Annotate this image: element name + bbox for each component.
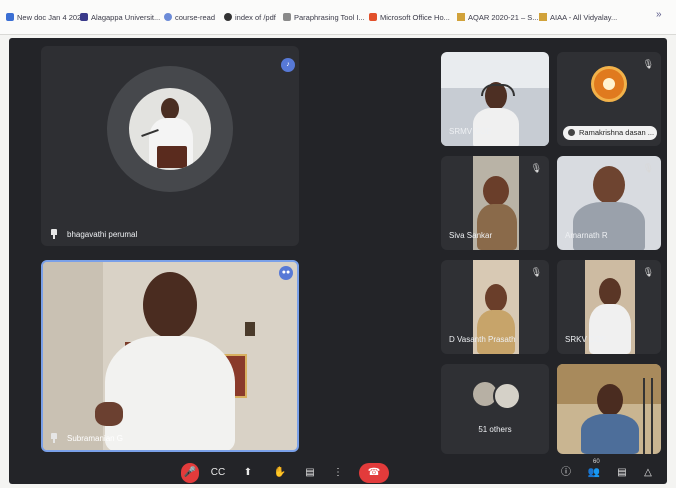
mic-button[interactable]: 🎤 [181, 463, 199, 483]
drive-icon [457, 13, 465, 21]
people-button[interactable]: 👥 [585, 464, 603, 482]
participant-tile[interactable]: SRMV COE [441, 52, 549, 146]
info-button[interactable]: ⓘ [557, 464, 575, 482]
meeting-window: ♪ bhagavathi perumal ●● Subramanian G SR… [9, 38, 667, 484]
bookmark-item[interactable]: AIAA - All Vidyalay... [539, 13, 617, 23]
participant-tile[interactable]: 🎙 Amarnath R [557, 156, 661, 250]
participant-shirt [581, 414, 639, 454]
participant-tile[interactable]: 🎙 SRKV COE [557, 260, 661, 354]
avatar [129, 88, 211, 170]
tower-decoration [643, 378, 653, 454]
globe-icon [224, 13, 232, 21]
participant-tile-main-top[interactable]: ♪ bhagavathi perumal [41, 46, 299, 246]
captions-button[interactable]: CC [209, 464, 227, 482]
participant-shirt [105, 336, 235, 450]
bookmark-item[interactable]: New doc Jan 4 202.. [6, 13, 85, 23]
raise-hand-button[interactable]: ✋ [271, 464, 289, 482]
bookmark-item[interactable]: Paraphrasing Tool I... [283, 13, 365, 23]
participant-name: Amarnath R [565, 231, 608, 240]
avatar [591, 66, 627, 102]
participant-name: SRKV COE [565, 335, 607, 344]
end-call-button[interactable]: ☎ [359, 463, 389, 483]
bookmark-item[interactable]: Microsoft Office Ho... [369, 13, 450, 23]
participant-name: SRMV COE [449, 127, 492, 136]
participant-name: Siva Sankar [449, 231, 493, 240]
speaking-indicator-icon: ●● [279, 266, 293, 280]
bookmark-item[interactable]: course-read [164, 13, 215, 23]
participant-shirt [477, 310, 515, 354]
participant-name: D Vasanth Prasath [449, 335, 516, 344]
participant-head [593, 166, 625, 204]
mic-off-icon: 🎙 [642, 163, 654, 173]
speaking-indicator-icon: ♪ [281, 58, 295, 72]
participant-shirt [477, 204, 517, 250]
university-icon [80, 13, 88, 21]
logo-center [603, 78, 615, 90]
participant-tile[interactable]: 🎙 Ramakrishna dasan ... [557, 52, 661, 146]
participant-head [485, 284, 507, 312]
pen-icon [283, 13, 291, 21]
office-icon [369, 13, 377, 21]
participant-head [483, 176, 509, 206]
pin-icon[interactable] [51, 433, 57, 443]
participant-name: Ramakrishna dasan ... [579, 128, 655, 137]
bookmark-item[interactable]: AQAR 2020-21 – S... [457, 13, 538, 23]
pin-icon[interactable] [51, 229, 57, 239]
participant-tile-main-bottom[interactable]: ●● Subramanian G [41, 260, 299, 452]
mic-off-icon: 🎙 [530, 163, 542, 173]
podium [157, 146, 187, 168]
bookmarks-overflow-button[interactable]: » [656, 10, 662, 20]
wall-picture [245, 322, 255, 336]
participant-shirt [573, 202, 645, 250]
person-icon [568, 129, 575, 136]
participant-head [161, 98, 179, 120]
more-options-button[interactable]: ⋮ [329, 464, 347, 482]
participant-name: Subramanian G [67, 434, 124, 443]
participant-shirt [589, 304, 631, 354]
others-count: 51 others [478, 425, 512, 434]
avatar [493, 382, 521, 410]
others-tile[interactable]: 51 others [441, 364, 549, 454]
participant-head [599, 278, 621, 306]
course-icon [164, 13, 172, 21]
participant-head [597, 384, 623, 416]
bookmark-item[interactable]: Alagappa Universit... [80, 13, 160, 23]
participant-tile[interactable] [557, 364, 661, 454]
meeting-controls: 🎤 CC ⬆ ✋ ▤ ⋮ ☎ ⓘ 60 👥 ▤ △ [9, 454, 667, 484]
wall-left [43, 262, 103, 450]
mic-off-icon: 🎙 [642, 267, 654, 277]
doc-icon [6, 13, 14, 21]
present-button[interactable]: ⬆ [239, 464, 257, 482]
activities-menu-button[interactable]: △ [639, 464, 657, 482]
participant-tile[interactable]: 🎙 Siva Sankar [441, 156, 549, 250]
chat-button[interactable]: ▤ [613, 464, 631, 482]
bookmark-item[interactable]: index of /pdf [224, 13, 276, 23]
mic-off-icon: 🎙 [530, 267, 542, 277]
participant-tile[interactable]: 🎙 D Vasanth Prasath [441, 260, 549, 354]
mic-off-icon: 🎙 [642, 59, 654, 69]
drive-icon [539, 13, 547, 21]
participant-head [143, 272, 197, 338]
headphones-icon [481, 84, 515, 96]
participant-hand [95, 402, 123, 426]
activities-button[interactable]: ▤ [301, 464, 319, 482]
participant-name: bhagavathi perumal [67, 230, 138, 239]
bookmarks-bar: New doc Jan 4 202.. Alagappa Universit..… [0, 0, 676, 35]
name-chip: Ramakrishna dasan ... [563, 126, 657, 140]
